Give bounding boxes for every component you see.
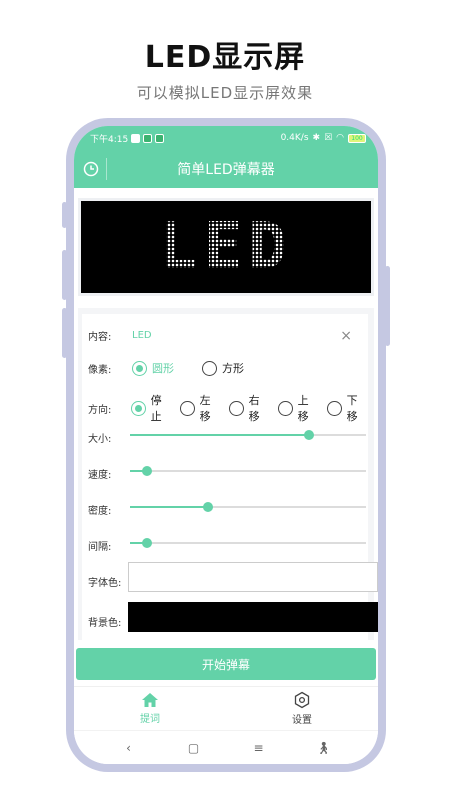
- direction-option-label: 下移: [346, 394, 358, 423]
- pixel-option-square[interactable]: 方形: [202, 360, 244, 376]
- slider-thumb[interactable]: [202, 502, 213, 512]
- tab-prompter[interactable]: 提词: [74, 687, 226, 730]
- slider-track: [130, 470, 366, 472]
- settings-panel: 内容: LED × 像素: 圆形 方形 方向: 停止 左移 右移 上移 下移 大…: [78, 308, 378, 640]
- phone-frame: 下午4:15 0.4K/s ✱ ☒ ◠ 100 简单LED弹幕器 LED 内容:…: [62, 118, 390, 772]
- status-bar: 下午4:15 0.4K/s ✱ ☒ ◠ 100: [74, 126, 378, 150]
- radio-unchecked-icon: [327, 400, 342, 416]
- bg-color-label: 背景色:: [88, 618, 122, 629]
- direction-option-stop[interactable]: 停止: [130, 392, 172, 424]
- clear-icon[interactable]: ×: [340, 328, 352, 344]
- speed-label: 速度:: [88, 470, 112, 481]
- tab-label: 设置: [292, 715, 312, 726]
- home-square-icon[interactable]: ▢: [184, 741, 204, 755]
- menu-icon[interactable]: ≡: [249, 741, 269, 755]
- radio-checked-icon: [132, 360, 147, 376]
- speed-row: 速度:: [88, 466, 132, 481]
- font-color-label: 字体色:: [88, 578, 122, 589]
- slider-track: [130, 542, 366, 544]
- home-icon: [142, 693, 158, 707]
- signal-x-icon: ☒: [324, 133, 333, 143]
- slider-thumb[interactable]: [141, 538, 152, 548]
- direction-option-up[interactable]: 上移: [278, 392, 319, 424]
- wifi-icon: ◠: [336, 133, 344, 143]
- pixel-option-label: 圆形: [152, 362, 174, 375]
- promo-subtitle: 可以模拟LED显示屏效果: [136, 84, 314, 102]
- slider-fill: [130, 506, 208, 508]
- font-color-swatch[interactable]: [128, 562, 378, 592]
- tab-settings[interactable]: 设置: [226, 687, 378, 730]
- start-danmaku-button[interactable]: 开始弹幕: [76, 648, 376, 680]
- pixel-row: 像素: 圆形 方形: [88, 360, 252, 376]
- direction-option-right[interactable]: 右移: [228, 392, 270, 424]
- direction-row: 方向: 停止 左移 右移 上移 下移: [88, 392, 368, 424]
- size-slider[interactable]: [130, 428, 366, 442]
- content-row: 内容: LED ×: [88, 328, 368, 344]
- spacing-slider[interactable]: [130, 536, 366, 550]
- bg-color-swatch[interactable]: [128, 602, 378, 632]
- net-speed: 0.4K/s: [280, 133, 309, 143]
- pixel-option-label: 方形: [222, 362, 244, 375]
- battery-icon: 100: [348, 133, 366, 143]
- bluetooth-icon: ✱: [312, 133, 321, 143]
- settings-hex-icon: [294, 691, 310, 709]
- app-bar: 简单LED弹幕器: [74, 150, 378, 188]
- shield-icon: [131, 133, 141, 143]
- radio-checked-icon: [130, 400, 146, 416]
- back-icon[interactable]: ‹: [119, 741, 139, 755]
- phone-side-button: [62, 202, 67, 228]
- direction-option-label: 左移: [199, 394, 211, 423]
- app-title: 简单LED弹幕器: [177, 162, 275, 178]
- phone-power-button: [385, 266, 390, 346]
- density-label: 密度:: [88, 506, 112, 517]
- led-preview-text: LED: [159, 210, 293, 284]
- system-nav-bar: ‹ ▢ ≡ 🚶︎: [74, 730, 378, 764]
- direction-option-label: 右移: [248, 394, 260, 423]
- slider-fill: [130, 434, 310, 436]
- tab-bar: 提词 设置: [74, 686, 378, 730]
- led-preview: LED: [78, 198, 374, 296]
- speed-slider[interactable]: [130, 464, 366, 478]
- screen: 下午4:15 0.4K/s ✱ ☒ ◠ 100 简单LED弹幕器 LED 内容:…: [74, 126, 378, 764]
- pixel-option-round[interactable]: 圆形: [132, 360, 174, 376]
- direction-option-label: 上移: [297, 394, 309, 423]
- slider-thumb[interactable]: [141, 466, 152, 476]
- direction-option-label: 停止: [150, 394, 162, 423]
- size-row: 大小:: [88, 430, 132, 445]
- slider-thumb[interactable]: [304, 430, 315, 440]
- app-notification-icon: [143, 133, 153, 143]
- radio-unchecked-icon: [179, 400, 195, 416]
- size-label: 大小:: [88, 434, 112, 445]
- bg-color-row: 背景色:: [88, 614, 132, 629]
- phone-volume-button: [62, 308, 67, 358]
- pixel-label: 像素:: [88, 364, 112, 376]
- radio-unchecked-icon: [228, 400, 244, 416]
- accessibility-icon[interactable]: 🚶︎: [314, 741, 334, 755]
- radio-unchecked-icon: [278, 400, 293, 416]
- spacing-label: 间隔:: [88, 542, 112, 553]
- direction-label: 方向:: [88, 404, 112, 416]
- promo-title: LED显示屏: [144, 40, 306, 75]
- direction-option-left[interactable]: 左移: [179, 392, 221, 424]
- content-input[interactable]: LED: [132, 330, 152, 341]
- app-notification-icon: [155, 133, 165, 143]
- radio-unchecked-icon: [202, 360, 217, 376]
- font-color-row: 字体色:: [88, 574, 132, 589]
- direction-option-down[interactable]: 下移: [327, 392, 368, 424]
- status-time: 下午4:15: [90, 134, 129, 145]
- tab-label: 提词: [140, 714, 160, 725]
- spacing-row: 间隔:: [88, 538, 132, 553]
- density-slider[interactable]: [130, 500, 366, 514]
- content-label: 内容:: [88, 332, 112, 343]
- density-row: 密度:: [88, 502, 132, 517]
- phone-volume-button: [62, 250, 67, 300]
